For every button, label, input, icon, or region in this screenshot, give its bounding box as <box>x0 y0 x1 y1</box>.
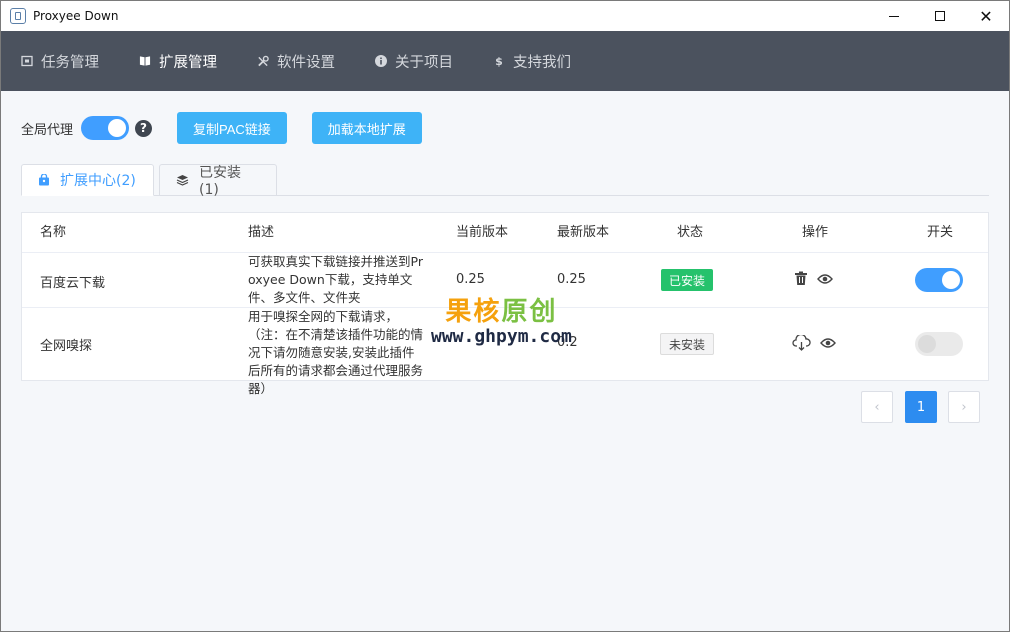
switch-knob <box>942 271 960 289</box>
nav-item-tasks[interactable]: 任务管理 <box>21 31 99 91</box>
watermark-title-part2: 原创 <box>501 297 558 327</box>
header-latest-version: 最新版本 <box>557 225 610 240</box>
status-badge: 已安装 <box>661 269 714 291</box>
extension-tabs: 扩展中心(2) 已安装(1) <box>21 164 989 198</box>
maximize-icon <box>935 11 945 21</box>
view-icon[interactable] <box>820 337 836 349</box>
nav-item-label: 扩展管理 <box>159 54 217 71</box>
header-current-version: 当前版本 <box>456 225 509 240</box>
global-proxy-label: 全局代理 <box>21 122 74 138</box>
watermark: 果核原创 www.ghpym.com <box>431 291 572 347</box>
current-version: 0.25 <box>456 272 485 287</box>
minimize-icon <box>889 15 899 17</box>
bag-icon <box>38 174 50 186</box>
latest-version: 0.25 <box>557 272 586 287</box>
toolbar: 全局代理 ? 复制PAC链接 加载本地扩展 <box>21 112 422 144</box>
header-switch: 开关 <box>927 225 954 240</box>
tab-installed[interactable]: 已安装(1) <box>159 164 277 198</box>
copy-pac-button[interactable]: 复制PAC链接 <box>177 112 287 144</box>
nav-item-label: 支持我们 <box>513 54 571 71</box>
watermark-title: 果核原创 <box>431 291 572 328</box>
info-icon <box>375 55 387 67</box>
title-bar: Proxyee Down ✕ <box>1 1 1009 31</box>
extension-switch[interactable] <box>915 268 963 292</box>
nav-item-settings[interactable]: 软件设置 <box>257 31 335 91</box>
dollar-icon: $ <box>495 54 503 68</box>
row-actions <box>792 335 845 351</box>
switch-knob <box>918 335 936 353</box>
view-icon[interactable] <box>817 273 833 285</box>
nav-item-support[interactable]: $ 支持我们 <box>493 31 571 91</box>
help-icon[interactable]: ? <box>135 119 153 137</box>
page-1-button[interactable]: 1 <box>905 391 937 423</box>
window-title: Proxyee Down <box>33 9 119 23</box>
extension-switch[interactable] <box>915 332 963 356</box>
nav-item-label: 软件设置 <box>277 54 335 71</box>
extension-description: 可获取真实下载链接并推送到Proxyee Down下载，支持单文件、多文件、文件… <box>248 254 423 305</box>
next-page-button[interactable]: › <box>948 391 980 423</box>
nav-item-label: 关于项目 <box>395 54 453 71</box>
close-button[interactable]: ✕ <box>963 1 1009 31</box>
tools-icon <box>257 55 269 67</box>
prev-page-button[interactable]: ‹ <box>861 391 893 423</box>
header-name: 名称 <box>40 225 67 240</box>
main-nav: 任务管理 扩展管理 软件设置 关于项目 $ 支持我们 <box>1 31 1009 91</box>
app-logo-icon <box>10 8 26 24</box>
header-status: 状态 <box>677 225 704 240</box>
nav-item-extensions[interactable]: 扩展管理 <box>139 31 217 91</box>
extension-description: 用于嗅探全网的下载请求，（注：在不清楚该插件功能的情况下请勿随意安装,安装此插件… <box>248 309 424 396</box>
status-badge: 未安装 <box>660 333 715 355</box>
header-description: 描述 <box>248 225 275 240</box>
load-local-extension-button[interactable]: 加载本地扩展 <box>311 112 422 144</box>
extension-name: 全网嗅探 <box>40 339 93 354</box>
app-window: Proxyee Down ✕ 任务管理 扩展管理 软件设置 关于项目 $ 支持我… <box>0 0 1010 632</box>
table-header: 名称 描述 当前版本 最新版本 状态 操作 开关 <box>22 213 988 253</box>
extension-name: 百度云下载 <box>40 276 106 291</box>
tab-extension-center[interactable]: 扩展中心(2) <box>21 164 154 196</box>
window-controls: ✕ <box>871 1 1009 31</box>
pagination: ‹ 1 › <box>861 391 980 423</box>
header-actions: 操作 <box>802 225 829 240</box>
task-icon <box>21 55 33 67</box>
cloud-download-icon[interactable] <box>792 335 811 351</box>
tab-label: 已安装(1) <box>199 165 241 198</box>
global-proxy-switch[interactable] <box>81 116 130 140</box>
watermark-url: www.ghpym.com <box>431 326 572 347</box>
watermark-title-part1: 果核 <box>445 297 502 327</box>
extension-icon <box>139 55 151 67</box>
maximize-button[interactable] <box>917 1 963 31</box>
row-actions <box>794 271 842 286</box>
minimize-button[interactable] <box>871 1 917 31</box>
main-content: 全局代理 ? 复制PAC链接 加载本地扩展 扩展中心(2) 已安装(1) 名称 … <box>1 91 1009 631</box>
close-icon: ✕ <box>979 6 993 26</box>
layers-icon <box>176 174 189 186</box>
switch-knob <box>108 119 127 137</box>
nav-item-about[interactable]: 关于项目 <box>375 31 453 91</box>
delete-icon[interactable] <box>794 271 808 286</box>
tab-label: 扩展中心(2) <box>60 173 136 189</box>
nav-item-label: 任务管理 <box>41 54 99 71</box>
